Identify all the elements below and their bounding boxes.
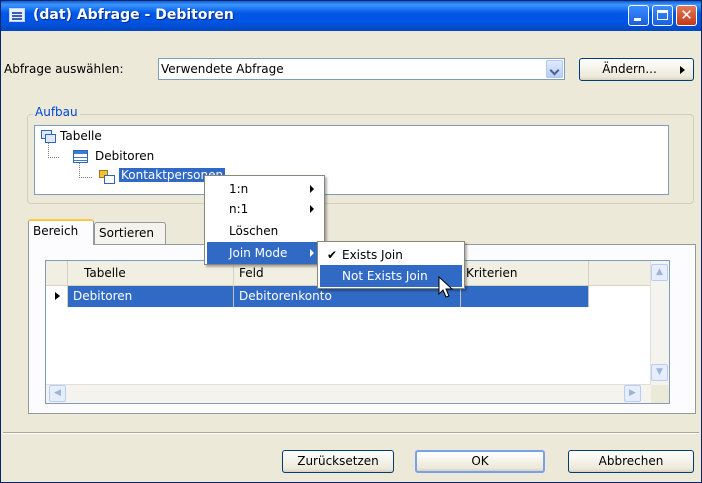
tree-node-tabelle[interactable]: Tabelle — [60, 129, 102, 143]
scroll-right-icon[interactable]: ▶ — [624, 385, 641, 402]
tab-sortieren[interactable]: Sortieren — [94, 222, 166, 244]
window-icon — [9, 8, 25, 22]
menu-item-loeschen[interactable]: Löschen — [207, 220, 322, 242]
row-selector-header — [46, 261, 68, 285]
menu-item-label: n:1 — [229, 202, 249, 216]
minimize-button[interactable] — [628, 5, 649, 26]
query-dialog-window: (dat) Abfrage - Debitoren ✕ Abfrage ausw… — [0, 0, 702, 483]
ok-button[interactable]: OK — [415, 450, 545, 473]
tables-icon — [41, 130, 57, 144]
structure-tree[interactable]: Tabelle Debitoren Kontaktpersonen — [34, 125, 669, 195]
checkmark-icon: ✔ — [327, 248, 338, 262]
close-icon: ✕ — [680, 6, 693, 24]
row-selector[interactable] — [46, 286, 68, 307]
linked-table-icon — [99, 170, 115, 184]
menu-item-exists-join[interactable]: ✔ Exists Join — [320, 244, 462, 266]
close-button[interactable]: ✕ — [676, 5, 697, 26]
menu-item-label: Join Mode — [229, 246, 288, 260]
maximize-button[interactable] — [652, 5, 673, 26]
query-select-value: Verwendete Abfrage — [161, 62, 284, 76]
current-row-icon — [55, 292, 60, 300]
scroll-corner — [651, 385, 669, 403]
mouse-pointer-icon — [438, 276, 454, 298]
query-select-label: Abfrage auswählen: — [4, 62, 124, 76]
table-icon — [73, 150, 88, 163]
query-select[interactable]: Verwendete Abfrage — [158, 58, 565, 80]
cancel-button[interactable]: Abbrechen — [568, 450, 694, 473]
reset-button[interactable]: Zurücksetzen — [282, 450, 394, 473]
window-title: (dat) Abfrage - Debitoren — [33, 7, 234, 23]
horizontal-scrollbar[interactable]: ◀ ▶ — [46, 384, 651, 403]
cell-tabelle[interactable]: Debitoren — [68, 286, 234, 307]
submenu-arrow-icon — [310, 249, 314, 257]
cell-kriterien[interactable] — [461, 286, 589, 307]
table-row[interactable]: Debitoren Debitorenkonto — [46, 286, 651, 307]
dropdown-arrow-icon[interactable] — [546, 60, 563, 78]
title-bar[interactable]: (dat) Abfrage - Debitoren ✕ — [1, 1, 701, 31]
tab-bereich[interactable]: Bereich — [28, 219, 94, 245]
cell-feld[interactable]: Debitorenkonto — [234, 286, 461, 307]
menu-item-label: Löschen — [229, 224, 279, 238]
context-menu: 1:n n:1 Löschen Join Mode — [204, 175, 325, 265]
menu-item-label: Not Exists Join — [342, 269, 428, 283]
menu-item-1-n[interactable]: 1:n — [207, 178, 322, 200]
separator — [3, 432, 699, 434]
change-button[interactable]: Ändern... — [579, 58, 694, 81]
scroll-down-icon[interactable]: ▼ — [651, 364, 668, 381]
vertical-scrollbar[interactable]: ▲ ▼ — [650, 261, 669, 385]
tree-connector — [48, 142, 59, 158]
submenu-arrow-icon — [310, 205, 314, 213]
menu-item-label: 1:n — [229, 182, 249, 196]
submenu-arrow-icon — [310, 185, 314, 193]
menu-item-n-1[interactable]: n:1 — [207, 198, 322, 220]
structure-group-label: Aufbau — [33, 105, 80, 119]
scroll-up-icon[interactable]: ▲ — [651, 264, 668, 281]
tree-node-debitoren[interactable]: Debitoren — [95, 149, 154, 163]
menu-item-join-mode[interactable]: Join Mode — [207, 242, 322, 264]
column-header-kriterien[interactable]: Kriterien — [461, 261, 589, 285]
scroll-left-icon[interactable]: ◀ — [49, 385, 66, 402]
menu-item-label: Exists Join — [342, 248, 403, 262]
